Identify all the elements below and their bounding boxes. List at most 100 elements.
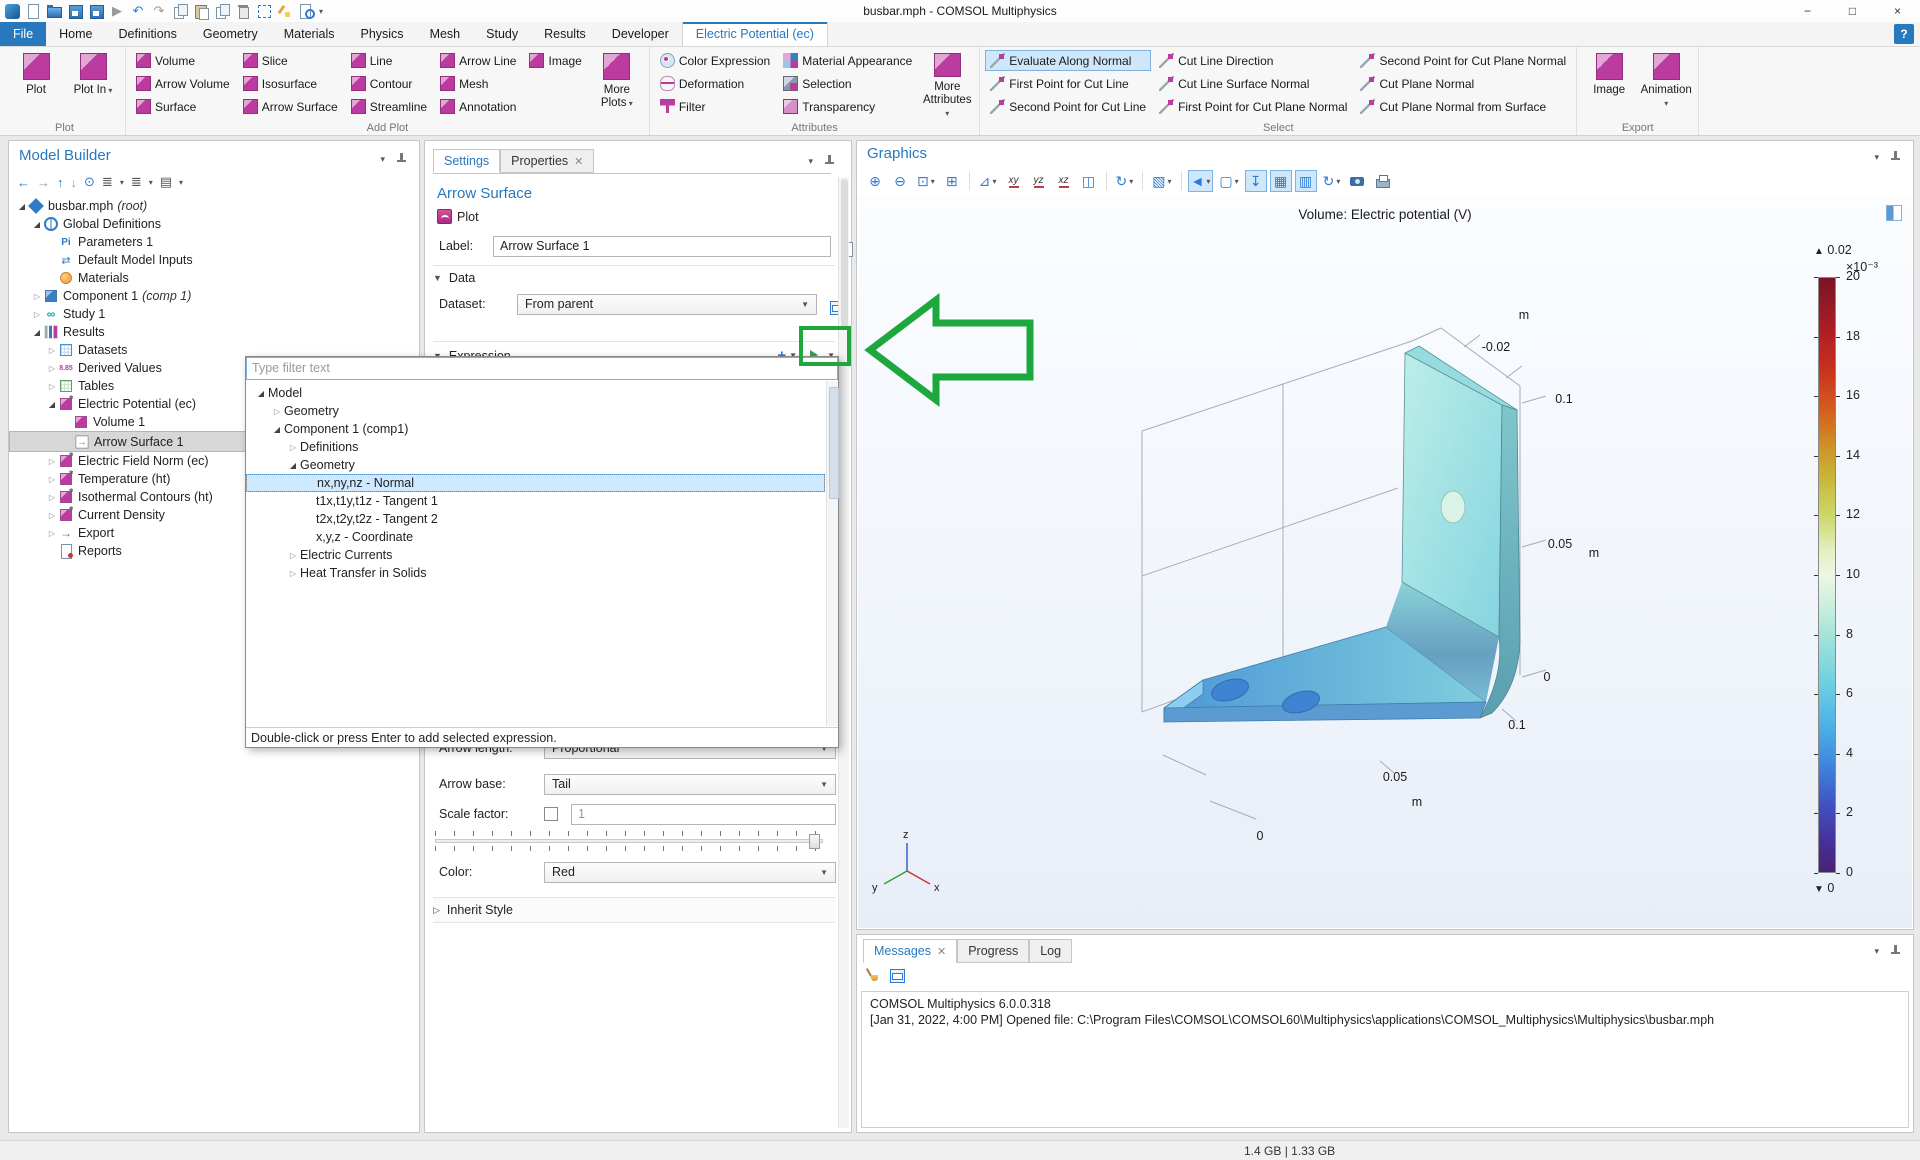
ribbon-button-deformation[interactable]: Deformation bbox=[655, 73, 775, 94]
run-icon[interactable]: ▶ bbox=[109, 3, 125, 19]
move-down-icon[interactable]: ↓ bbox=[71, 175, 78, 190]
view-xz-icon[interactable]: xz bbox=[1053, 170, 1075, 192]
slider-handle[interactable] bbox=[809, 834, 820, 849]
move-up-icon[interactable]: ↑ bbox=[57, 175, 64, 190]
tree-item-default-model-inputs[interactable]: ⇄Default Model Inputs bbox=[9, 251, 419, 269]
tree-item-study-1[interactable]: ▷∞Study 1 bbox=[9, 305, 419, 323]
paste-special-icon[interactable] bbox=[214, 3, 230, 19]
ribbon-button-volume[interactable]: Volume bbox=[131, 50, 235, 71]
scene-light-icon[interactable]: ◄▾ bbox=[1188, 170, 1214, 192]
ribbon-button-plot[interactable]: Plot bbox=[9, 50, 63, 120]
back-icon[interactable]: ← bbox=[17, 175, 30, 190]
tree-expander-icon[interactable]: ▷ bbox=[45, 346, 59, 355]
ribbon-button-contour[interactable]: Contour bbox=[346, 73, 432, 94]
tree-expander-icon[interactable]: ▷ bbox=[286, 569, 300, 578]
node-text-icon[interactable]: ▤ bbox=[160, 174, 172, 190]
ribbon-button-image[interactable]: Image bbox=[524, 50, 586, 71]
close-icon[interactable]: ✕ bbox=[937, 945, 946, 958]
ribbon-button-second-point-for-cut-line[interactable]: Second Point for Cut Line bbox=[985, 96, 1151, 117]
ribbon-tab-study[interactable]: Study bbox=[473, 22, 531, 46]
tree-item-parameters-1[interactable]: PiParameters 1 bbox=[9, 233, 419, 251]
tree-expander-icon[interactable]: ▷ bbox=[30, 310, 44, 319]
minimize-button[interactable]: − bbox=[1785, 0, 1830, 22]
save-as-icon[interactable] bbox=[88, 3, 104, 19]
expression-item-geometry[interactable]: ◢Geometry bbox=[246, 456, 825, 474]
tab-properties[interactable]: Properties✕ bbox=[500, 149, 594, 173]
tree-expander-icon[interactable]: ▷ bbox=[45, 493, 59, 502]
dataset-select[interactable]: From parent▼ bbox=[517, 294, 817, 315]
scale-factor-slider[interactable] bbox=[435, 831, 823, 851]
tree-item-component-1[interactable]: ▷Component 1(comp 1) bbox=[9, 287, 419, 305]
ribbon-tab-file[interactable]: File bbox=[0, 22, 46, 46]
ribbon-button-slice[interactable]: Slice bbox=[238, 50, 343, 71]
ribbon-button-cut-plane-normal-from-surface[interactable]: Cut Plane Normal from Surface bbox=[1355, 96, 1571, 117]
ribbon-button-selection[interactable]: Selection bbox=[778, 73, 917, 94]
ribbon-button-annotation[interactable]: Annotation bbox=[435, 96, 521, 117]
ribbon-button-image[interactable]: Image bbox=[1582, 50, 1636, 120]
expression-item-x-y-z-coordinate[interactable]: x,y,z - Coordinate bbox=[246, 528, 825, 546]
scale-factor-input[interactable]: 1 bbox=[571, 804, 836, 825]
ribbon-tab-electric-potential-ec[interactable]: Electric Potential (ec) bbox=[682, 22, 828, 46]
tab-log[interactable]: Log bbox=[1029, 939, 1072, 963]
pin-icon[interactable] bbox=[821, 153, 837, 169]
tree-expander-icon[interactable]: ◢ bbox=[270, 425, 284, 434]
expression-item-geometry[interactable]: ▷Geometry bbox=[246, 402, 825, 420]
expression-item-component-1-comp1[interactable]: ◢Component 1 (comp1) bbox=[246, 420, 825, 438]
pin-icon[interactable] bbox=[1887, 943, 1903, 959]
save-icon[interactable] bbox=[67, 3, 83, 19]
zoom-out-icon[interactable]: ⊖ bbox=[889, 170, 911, 192]
expand-all-icon[interactable]: ≣ bbox=[131, 174, 142, 190]
scene-settings-icon[interactable]: ▧▾ bbox=[1149, 170, 1174, 192]
ribbon-button-surface[interactable]: Surface bbox=[131, 96, 235, 117]
tree-expander-icon[interactable]: ◢ bbox=[45, 400, 59, 409]
environment-icon[interactable]: ▢▾ bbox=[1216, 170, 1241, 192]
plot-button[interactable]: Plot bbox=[437, 209, 479, 224]
tree-expander-icon[interactable]: ▷ bbox=[270, 407, 284, 416]
select-box-icon[interactable] bbox=[256, 3, 272, 19]
ribbon-button-animation[interactable]: Animation ▾ bbox=[1639, 50, 1693, 120]
ribbon-tab-home[interactable]: Home bbox=[46, 22, 105, 46]
ribbon-button-transparency[interactable]: Transparency bbox=[778, 96, 917, 117]
tab-progress[interactable]: Progress bbox=[957, 939, 1029, 963]
ribbon-button-plot-in[interactable]: Plot In ▾ bbox=[66, 50, 120, 120]
tab-settings[interactable]: Settings bbox=[433, 149, 500, 173]
pin-icon[interactable] bbox=[1887, 149, 1903, 165]
tree-expander-icon[interactable]: ▷ bbox=[286, 443, 300, 452]
search-icon[interactable] bbox=[298, 3, 314, 19]
expression-item-t1x-t1y-t1z-tangent-1[interactable]: t1x,t1y,t1z - Tangent 1 bbox=[246, 492, 825, 510]
filter-input[interactable] bbox=[246, 357, 838, 380]
ribbon-button-cut-plane-normal[interactable]: Cut Plane Normal bbox=[1355, 73, 1571, 94]
ribbon-tab-geometry[interactable]: Geometry bbox=[190, 22, 271, 46]
zoom-extents-icon[interactable]: ⊞ bbox=[941, 170, 963, 192]
panel-menu-caret-icon[interactable]: ▾ bbox=[1874, 946, 1879, 957]
tree-item-results[interactable]: ◢Results bbox=[9, 323, 419, 341]
ribbon-button-filter[interactable]: Filter bbox=[655, 96, 775, 117]
copy-icon[interactable] bbox=[172, 3, 188, 19]
ribbon-button-cut-line-surface-normal[interactable]: Cut Line Surface Normal bbox=[1154, 73, 1352, 94]
zoom-in-icon[interactable]: ⊕ bbox=[864, 170, 886, 192]
show-legends-toggle-icon[interactable]: ▥ bbox=[1295, 170, 1317, 192]
close-button[interactable]: × bbox=[1875, 0, 1920, 22]
arrow-base-select[interactable]: Tail▼ bbox=[544, 774, 836, 795]
chevron-down-icon[interactable]: ▾ bbox=[149, 178, 153, 187]
expression-item-model[interactable]: ◢Model bbox=[246, 384, 825, 402]
tree-item-materials[interactable]: Materials bbox=[9, 269, 419, 287]
ribbon-button-first-point-for-cut-line[interactable]: First Point for Cut Line bbox=[985, 73, 1151, 94]
show-grid-toggle-icon[interactable]: ▦ bbox=[1270, 170, 1292, 192]
pin-icon[interactable] bbox=[393, 151, 409, 167]
tree-expander-icon[interactable]: ▷ bbox=[45, 364, 59, 373]
ribbon-button-arrow-line[interactable]: Arrow Line bbox=[435, 50, 521, 71]
expression-item-definitions[interactable]: ▷Definitions bbox=[246, 438, 825, 456]
zoom-box-icon[interactable]: ⊡▾ bbox=[914, 170, 938, 192]
view-xy-icon[interactable]: xy bbox=[1003, 170, 1025, 192]
new-file-icon[interactable] bbox=[25, 3, 41, 19]
ribbon-button-mesh[interactable]: Mesh bbox=[435, 73, 521, 94]
tree-item-global-definitions[interactable]: ◢Global Definitions bbox=[9, 215, 419, 233]
print-icon[interactable] bbox=[1371, 170, 1393, 192]
view-yz-icon[interactable]: yz bbox=[1028, 170, 1050, 192]
paste-icon[interactable] bbox=[193, 3, 209, 19]
ribbon-button-material-appearance[interactable]: Material Appearance bbox=[778, 50, 917, 71]
tree-expander-icon[interactable]: ▷ bbox=[30, 292, 44, 301]
tree-expander-icon[interactable]: ◢ bbox=[15, 202, 29, 211]
tree-expander-icon[interactable]: ▷ bbox=[45, 529, 59, 538]
